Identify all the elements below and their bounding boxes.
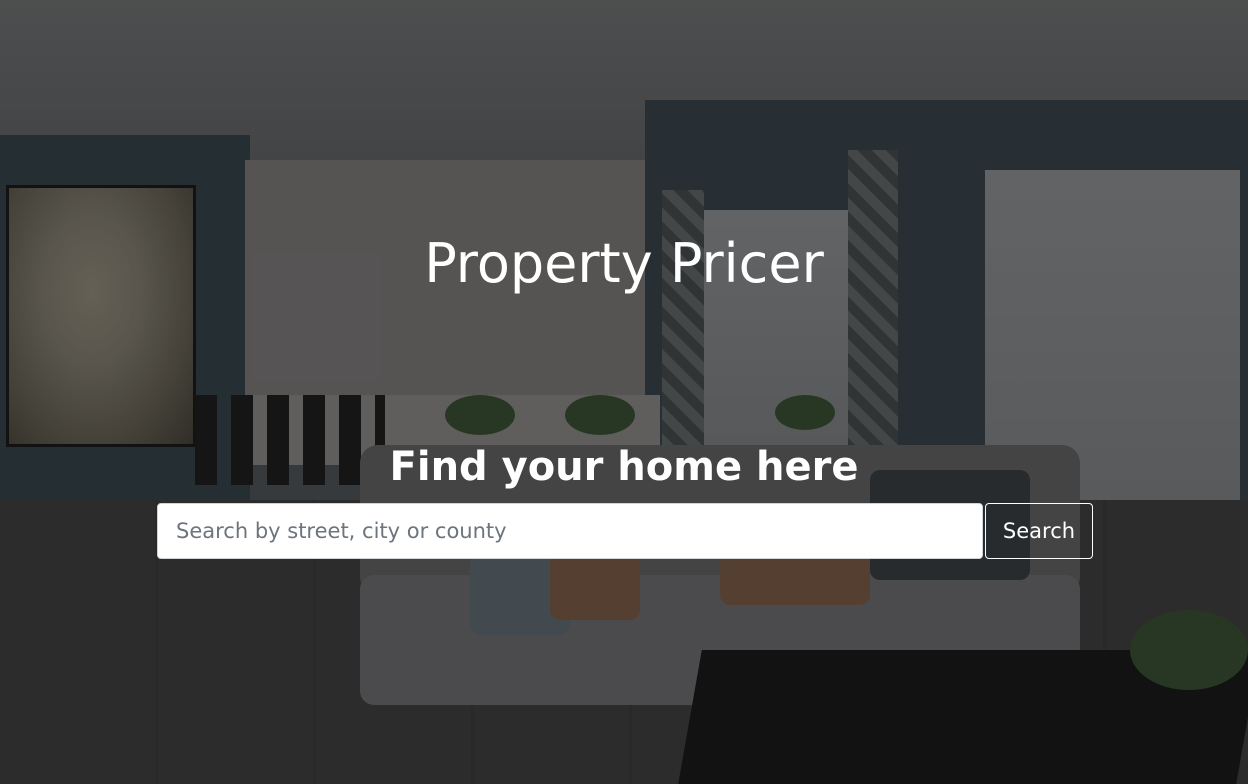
background-image [0, 0, 1248, 784]
search-button[interactable]: Search [985, 503, 1093, 559]
search-input[interactable] [157, 503, 983, 559]
search-form: Search [157, 503, 1093, 559]
dark-overlay [0, 0, 1248, 784]
page-title: Property Pricer [424, 232, 824, 295]
hero-section: Property Pricer Find your home here Sear… [0, 0, 1248, 784]
hero-subtitle: Find your home here [389, 444, 859, 490]
